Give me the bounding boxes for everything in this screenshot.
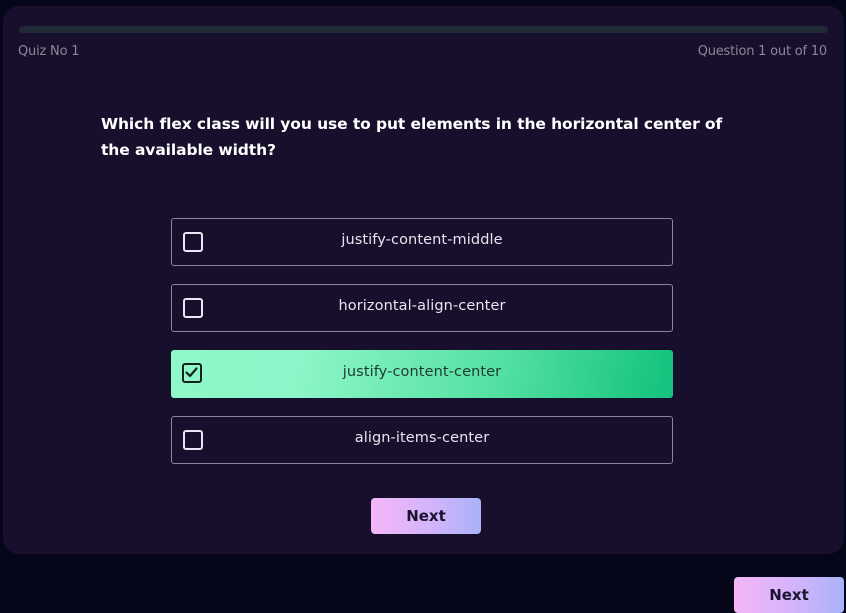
quiz-name: Quiz No 1: [18, 44, 80, 59]
question-counter: Question 1 out of 10: [697, 44, 828, 59]
next-button-secondary[interactable]: Next: [734, 577, 844, 613]
answer-option-3[interactable]: justify-content-center: [171, 350, 673, 398]
question-text: Which flex class will you use to put ele…: [101, 115, 723, 159]
answer-option-1[interactable]: justify-content-middle: [171, 218, 673, 266]
next-button[interactable]: Next: [371, 498, 481, 534]
answer-option-label: align-items-center: [354, 430, 490, 446]
quiz-card: Quiz No 1 Question 1 out of 10 Which fle…: [3, 6, 844, 554]
answer-option-label: horizontal-align-center: [338, 298, 506, 314]
answer-option-4[interactable]: align-items-center: [171, 416, 673, 464]
answer-option-label: justify-content-center: [342, 364, 502, 380]
progress-bar: [19, 26, 828, 33]
answer-option-2[interactable]: horizontal-align-center: [171, 284, 673, 332]
answer-option-label: justify-content-middle: [341, 232, 503, 248]
